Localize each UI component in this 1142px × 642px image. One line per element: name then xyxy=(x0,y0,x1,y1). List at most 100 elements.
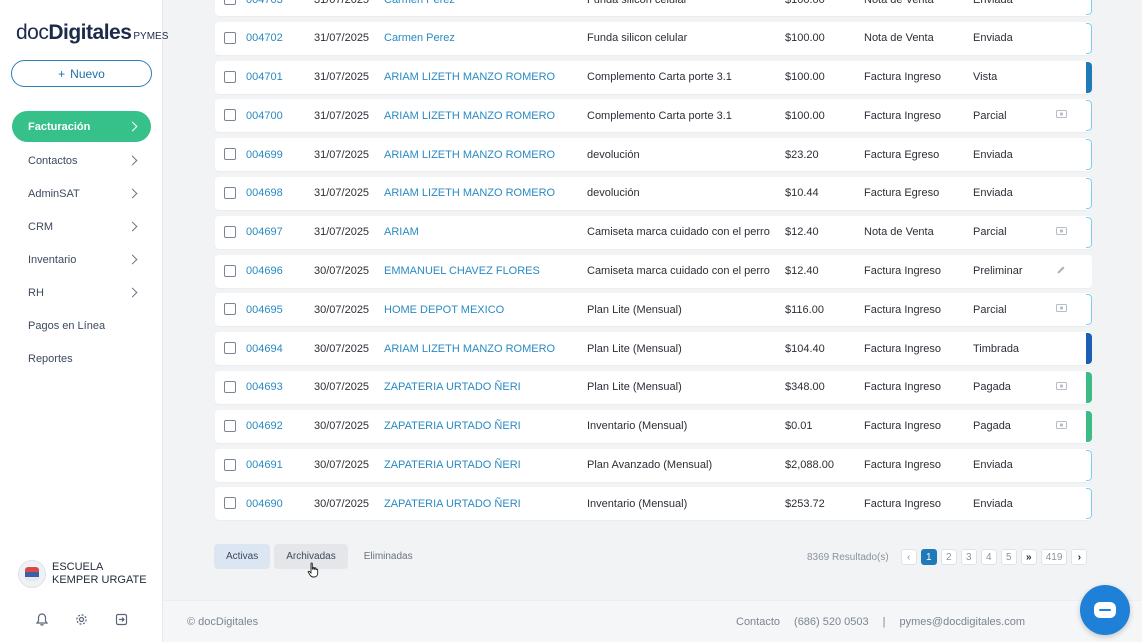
document-type: Factura Ingreso xyxy=(864,459,942,472)
sidebar-item-crm[interactable]: CRM xyxy=(12,210,151,243)
row-checkbox[interactable] xyxy=(224,109,236,122)
folio-link[interactable]: 004700 xyxy=(246,110,283,122)
page-5-button[interactable]: 5 xyxy=(1000,549,1017,565)
account-switcher[interactable]: ESCUELA KEMPER URGATE xyxy=(18,560,152,588)
table-row[interactable]: 004699 31/07/2025 ARIAM LIZETH MANZO ROMER… xyxy=(215,138,1092,172)
folio-link[interactable]: 004690 xyxy=(246,498,283,510)
table-row[interactable]: 004694 30/07/2025 ARIAM LIZETH MANZO ROMER… xyxy=(215,332,1092,366)
date: 30/07/2025 xyxy=(314,265,370,278)
folio-link[interactable]: 004699 xyxy=(246,149,283,161)
row-checkbox[interactable] xyxy=(224,342,236,355)
table-row[interactable]: 004690 30/07/2025 ZAPATERIA URTADO ÑERI Inv… xyxy=(215,487,1092,521)
status: Parcial xyxy=(973,303,1007,316)
footer: © docDigitales Contacto (686) 520 0503 |… xyxy=(163,600,1142,642)
new-button[interactable]: + Nuevo xyxy=(11,60,152,87)
amount: $2,088.00 xyxy=(785,459,834,472)
row-checkbox[interactable] xyxy=(224,497,236,510)
table-row[interactable]: 004693 30/07/2025 ZAPATERIA URTADO ÑERI Pla… xyxy=(215,370,1092,404)
client-link[interactable]: ARIAM LIZETH MANZO ROMERO xyxy=(384,187,555,199)
document-type: Factura Ingreso xyxy=(864,342,942,355)
sidebar-item-contactos[interactable]: Contactos xyxy=(12,144,151,177)
row-checkbox[interactable] xyxy=(224,380,236,393)
chat-button[interactable] xyxy=(1080,585,1130,635)
row-checkbox[interactable] xyxy=(224,0,236,5)
sidebar-item-facturacion[interactable]: Facturación xyxy=(12,111,151,142)
sidebar: doc Digitales PYMES + Nuevo Facturación Con… xyxy=(0,0,168,642)
tab-eliminadas[interactable]: Eliminadas xyxy=(352,544,425,569)
jump-pages-button[interactable]: » xyxy=(1020,549,1037,565)
date: 30/07/2025 xyxy=(314,303,370,316)
client-link[interactable]: ZAPATERIA URTADO ÑERI xyxy=(384,459,521,471)
document-type: Factura Ingreso xyxy=(864,420,942,433)
row-checkbox[interactable] xyxy=(224,31,236,44)
client-link[interactable]: Carmen Perez xyxy=(384,32,455,44)
folio-link[interactable]: 004696 xyxy=(246,265,283,277)
folio-link[interactable]: 004695 xyxy=(246,304,283,316)
row-checkbox[interactable] xyxy=(224,264,236,277)
sidebar-item-adminsat[interactable]: AdminSAT xyxy=(12,177,151,210)
table-row[interactable]: 004700 31/07/2025 ARIAM LIZETH MANZO ROMER… xyxy=(215,99,1092,133)
concept: Plan Lite (Mensual) xyxy=(587,381,682,394)
email-link[interactable]: pymes@docdigitales.com xyxy=(900,616,1026,628)
brand-logo[interactable]: doc Digitales PYMES xyxy=(16,21,168,45)
page-1-button[interactable]: 1 xyxy=(920,549,937,565)
client-link[interactable]: ARIAM LIZETH MANZO ROMERO xyxy=(384,149,555,161)
row-checkbox[interactable] xyxy=(224,458,236,471)
folio-link[interactable]: 004692 xyxy=(246,420,283,432)
bell-icon[interactable] xyxy=(33,610,51,628)
table-row[interactable]: 004696 30/07/2025 EMMANUEL CHAVEZ FLORES Ca… xyxy=(215,254,1092,288)
client-link[interactable]: ARIAM xyxy=(384,226,419,238)
page-3-button[interactable]: 3 xyxy=(960,549,977,565)
next-page-button[interactable]: › xyxy=(1071,549,1088,565)
row-checkbox[interactable] xyxy=(224,225,236,238)
client-link[interactable]: ZAPATERIA URTADO ÑERI xyxy=(384,498,521,510)
page-4-button[interactable]: 4 xyxy=(980,549,997,565)
folio-link[interactable]: 004697 xyxy=(246,226,283,238)
contact-link[interactable]: Contacto xyxy=(736,616,780,628)
folio-link[interactable]: 004691 xyxy=(246,459,283,471)
date: 31/07/2025 xyxy=(314,148,370,161)
row-checkbox[interactable] xyxy=(224,303,236,316)
last-page-button[interactable]: 419 xyxy=(1040,549,1068,565)
client-link[interactable]: ARIAM LIZETH MANZO ROMERO xyxy=(384,110,555,122)
sidebar-item-reportes[interactable]: Reportes xyxy=(12,342,151,375)
folio-link[interactable]: 004694 xyxy=(246,343,283,355)
row-checkbox[interactable] xyxy=(224,148,236,161)
prev-page-button[interactable]: ‹ xyxy=(900,549,917,565)
phone-number[interactable]: (686) 520 0503 xyxy=(794,616,869,628)
client-link[interactable]: ARIAM LIZETH MANZO ROMERO xyxy=(384,343,555,355)
logout-icon[interactable] xyxy=(112,610,130,628)
table-row[interactable]: 004703 31/07/2025 Carmen Perez Funda silico… xyxy=(215,0,1092,16)
folio-link[interactable]: 004701 xyxy=(246,71,283,83)
client-link[interactable]: ZAPATERIA URTADO ÑERI xyxy=(384,420,521,432)
client-link[interactable]: ARIAM LIZETH MANZO ROMERO xyxy=(384,71,555,83)
status: Parcial xyxy=(973,109,1007,122)
client-link[interactable]: HOME DEPOT MEXICO xyxy=(384,304,504,316)
table-row[interactable]: 004691 30/07/2025 ZAPATERIA URTADO ÑERI Pla… xyxy=(215,448,1092,482)
tab-activas[interactable]: Activas xyxy=(214,544,271,569)
folio-link[interactable]: 004702 xyxy=(246,32,283,44)
folio-link[interactable]: 004698 xyxy=(246,187,283,199)
sidebar-item-inventario[interactable]: Inventario xyxy=(12,243,151,276)
status: Vista xyxy=(973,71,998,84)
folio-link[interactable]: 004693 xyxy=(246,381,283,393)
client-link[interactable]: Carmen Perez xyxy=(384,0,455,6)
table-row[interactable]: 004701 31/07/2025 ARIAM LIZETH MANZO ROMER… xyxy=(215,60,1092,94)
table-row[interactable]: 004692 30/07/2025 ZAPATERIA URTADO ÑERI Inv… xyxy=(215,409,1092,443)
document-type: Factura Ingreso xyxy=(864,109,942,122)
sidebar-item-rh[interactable]: RH xyxy=(12,276,151,309)
page-2-button[interactable]: 2 xyxy=(940,549,957,565)
table-row[interactable]: 004702 31/07/2025 Carmen Perez Funda silico… xyxy=(215,21,1092,55)
table-row[interactable]: 004698 31/07/2025 ARIAM LIZETH MANZO ROMER… xyxy=(215,176,1092,210)
table-row[interactable]: 004695 30/07/2025 HOME DEPOT MEXICO Plan Li… xyxy=(215,293,1092,327)
client-link[interactable]: EMMANUEL CHAVEZ FLORES xyxy=(384,265,540,277)
sidebar-item-pagos-en-linea[interactable]: Pagos en Línea xyxy=(12,309,151,342)
row-checkbox[interactable] xyxy=(224,419,236,432)
row-checkbox[interactable] xyxy=(224,186,236,199)
table-row[interactable]: 004697 31/07/2025 ARIAM Camiseta marca cuid… xyxy=(215,215,1092,249)
client-link[interactable]: ZAPATERIA URTADO ÑERI xyxy=(384,381,521,393)
folio-link[interactable]: 004703 xyxy=(246,0,283,6)
status-indicator xyxy=(1086,0,1092,15)
gear-icon[interactable] xyxy=(72,610,90,628)
row-checkbox[interactable] xyxy=(224,70,236,83)
